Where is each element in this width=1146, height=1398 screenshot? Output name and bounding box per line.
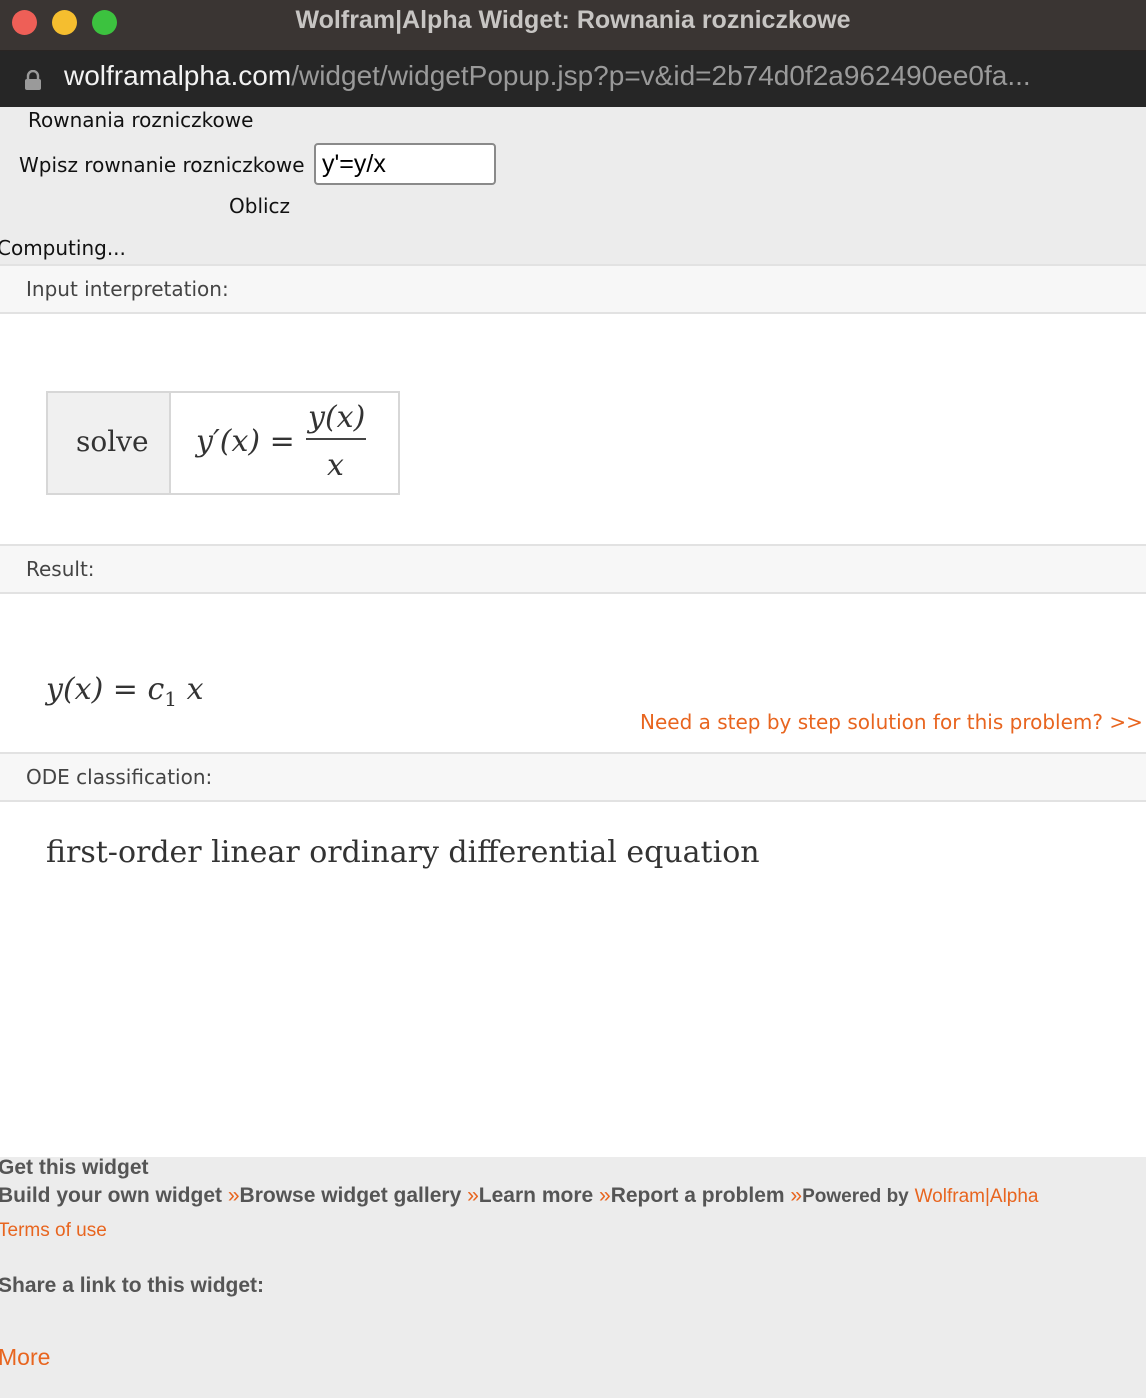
raquo-separator: » — [790, 1184, 803, 1207]
url-text[interactable]: wolframalpha.com/widget/widgetPopup.jsp?… — [64, 60, 1114, 92]
report-problem-link[interactable]: Report a problem — [611, 1184, 785, 1207]
footer-links-row: Build your own widget »Browse widget gal… — [0, 1184, 1039, 1208]
get-widget-link[interactable]: Get this widget — [0, 1156, 149, 1180]
wolfram-alpha-link[interactable]: Wolfram|Alpha — [915, 1186, 1039, 1207]
raquo-separator: » — [599, 1184, 611, 1207]
share-link-label: Share a link to this widget: — [0, 1274, 265, 1297]
widget-title: Rownania rozniczkowe — [28, 108, 254, 132]
solve-label: solve — [76, 425, 149, 458]
input-interpretation-header: Input interpretation: — [0, 264, 1146, 314]
pod-title: Result: — [26, 557, 95, 581]
powered-by-label: Powered by — [802, 1186, 909, 1207]
lock-icon — [25, 70, 41, 90]
status-text: Computing... — [0, 236, 126, 260]
window-title: Wolfram|Alpha Widget: Rownania rozniczko… — [295, 6, 851, 34]
equation-prompt-label: Wpisz rownanie rozniczkowe — [19, 153, 305, 177]
pod-title: ODE classification: — [26, 765, 213, 789]
fraction-numerator: y(x) — [308, 400, 366, 435]
solve-cell: solve — [48, 393, 171, 493]
fraction-bar — [306, 438, 366, 440]
equation-input[interactable] — [314, 143, 496, 185]
compute-button[interactable]: Oblicz — [229, 194, 290, 218]
equation-left-side: y′(x) = — [196, 424, 295, 459]
url-host: wolframalpha.com — [64, 60, 292, 91]
result-equation: y(x) = c1 x — [46, 672, 204, 711]
ode-classification-header: ODE classification: — [0, 752, 1146, 802]
raquo-separator: » — [227, 1184, 240, 1207]
fraction-denominator: x — [327, 448, 344, 483]
raquo-separator: » — [467, 1184, 479, 1207]
result-subscript: 1 — [164, 687, 178, 711]
terms-of-use-link[interactable]: Terms of use — [0, 1220, 107, 1242]
pod-title: Input interpretation: — [26, 277, 229, 301]
result-rhs: x — [177, 672, 204, 707]
classification-text: first-order linear ordinary differential… — [46, 835, 760, 870]
step-by-step-link[interactable]: Need a step by step solution for this pr… — [640, 710, 1143, 734]
learn-more-link[interactable]: Learn more — [479, 1184, 593, 1207]
result-lhs: y(x) = c — [46, 672, 165, 707]
result-header: Result: — [0, 544, 1146, 594]
url-path: /widget/widgetPopup.jsp?p=v&id=2b74d0f2a… — [291, 60, 1031, 91]
more-link[interactable]: More — [0, 1344, 50, 1371]
build-widget-link[interactable]: Build your own widget — [0, 1184, 222, 1207]
browse-gallery-link[interactable]: Browse widget gallery — [240, 1184, 462, 1207]
